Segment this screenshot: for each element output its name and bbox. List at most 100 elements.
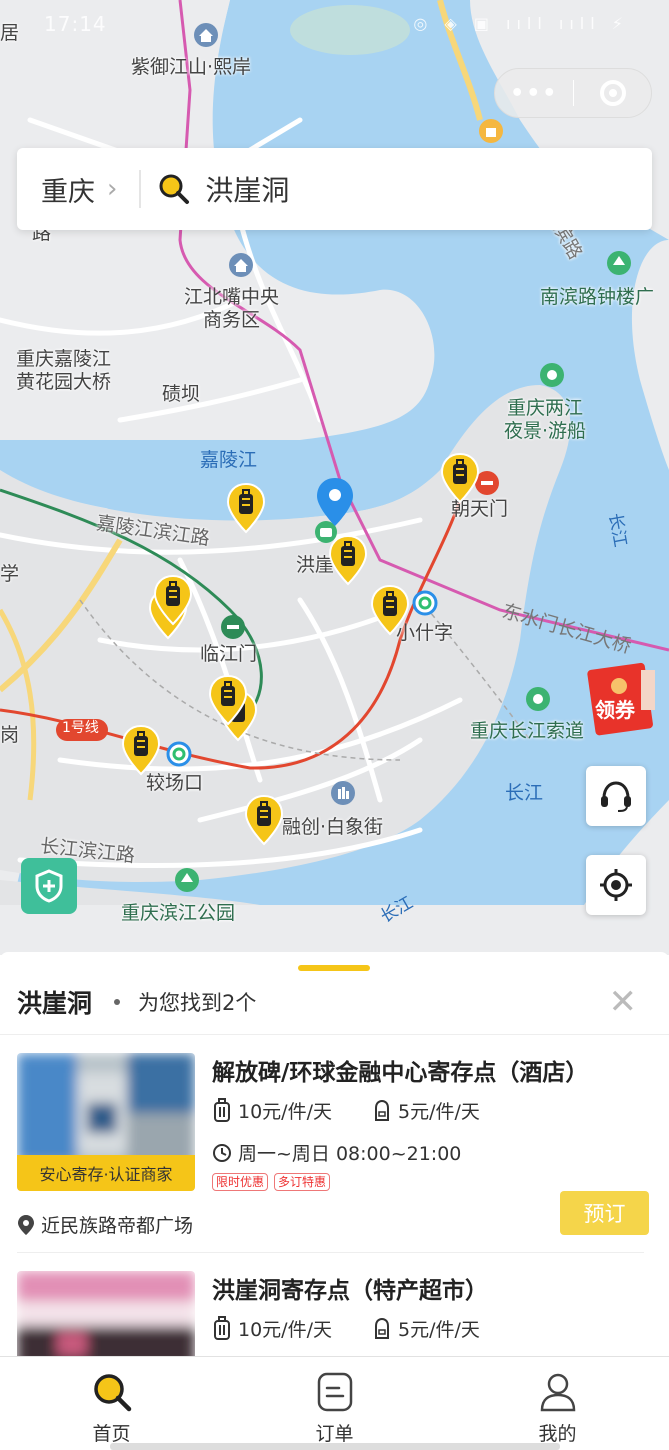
tab-label: 首页 bbox=[92, 1423, 131, 1445]
map-label-rongchuang: 融创·白象街 bbox=[282, 816, 384, 838]
map-label-ziyu: 紫御江山·熙岸 bbox=[131, 56, 252, 78]
storage-pin-marker[interactable] bbox=[328, 534, 368, 586]
hours-text: 周一~周日 08:00~21:00 bbox=[238, 1143, 462, 1165]
locate-me-button[interactable] bbox=[586, 855, 646, 915]
location-marker-icon bbox=[18, 1214, 34, 1235]
home-indicator bbox=[110, 1443, 560, 1450]
status-icons: ◎ ◈ ▣ ııll ııll ⚡ bbox=[413, 14, 629, 33]
city-name: 重庆 bbox=[41, 176, 95, 208]
storage-pin-marker[interactable] bbox=[208, 674, 248, 726]
status-bar: 17:14 ◎ ◈ ▣ ııll ııll ⚡ bbox=[0, 0, 669, 48]
metro-station-icon bbox=[166, 741, 192, 767]
city-selector[interactable]: 重庆 › bbox=[41, 170, 117, 209]
scenic-icon bbox=[540, 363, 564, 387]
price-small: 5元/件/天 bbox=[397, 1101, 480, 1123]
promo-tag: 限时优惠 bbox=[212, 1173, 269, 1191]
shield-plus-icon bbox=[35, 869, 63, 903]
scenic-icon bbox=[526, 687, 550, 711]
results-count: 为您找到2个 bbox=[138, 991, 257, 1015]
tab-home[interactable]: 首页 bbox=[0, 1357, 223, 1450]
store-card[interactable]: 安心寄存·认证商家 解放碑/环球金融中心寄存点（酒店） 10元/件/天 5元/件… bbox=[17, 1053, 649, 1253]
search-input[interactable]: 洪崖洞 bbox=[205, 169, 289, 209]
location-pin-icon bbox=[317, 478, 353, 526]
map-label-qiba: 碛坝 bbox=[162, 383, 201, 405]
store-thumbnail: 安心寄存·认证商家 bbox=[17, 1053, 195, 1191]
close-icon[interactable]: ✕ bbox=[609, 982, 638, 1022]
store-name: 洪崖洞寄存点（特产超市） bbox=[212, 1278, 488, 1304]
storage-pin-marker[interactable] bbox=[153, 574, 193, 626]
target-icon bbox=[599, 80, 626, 106]
map-label-edge-gang: 岗 bbox=[0, 724, 20, 746]
locate-icon bbox=[600, 869, 632, 901]
backpack-icon bbox=[374, 1317, 389, 1339]
promo-tag: 多订特惠 bbox=[274, 1173, 331, 1191]
price-row: 10元/件/天 5元/件/天 bbox=[212, 1315, 480, 1342]
backpack-icon bbox=[374, 1099, 389, 1121]
address-text: 近民族路帝都广场 bbox=[41, 1215, 194, 1237]
order-icon bbox=[317, 1372, 352, 1412]
storage-pin-marker[interactable] bbox=[370, 584, 410, 636]
metro-station-icon bbox=[412, 590, 438, 616]
metro-green-icon bbox=[221, 615, 245, 639]
storage-pin-marker[interactable] bbox=[226, 482, 266, 534]
luggage-icon bbox=[214, 1097, 230, 1122]
map-label-jiangbei: 江北嘴中央 商务区 bbox=[184, 286, 280, 331]
status-time: 17:14 bbox=[44, 12, 107, 36]
profile-icon bbox=[540, 1373, 575, 1412]
results-title: 洪崖洞 bbox=[17, 989, 93, 1018]
store-address: 近民族路帝都广场 bbox=[17, 1211, 193, 1238]
book-button[interactable]: 预订 bbox=[560, 1191, 649, 1235]
miniapp-capsule: ••• bbox=[494, 68, 652, 118]
tab-bar: 首页 订单 我的 bbox=[0, 1356, 669, 1450]
map-label-jialing-river: 嘉陵江 bbox=[200, 449, 258, 471]
headset-icon bbox=[601, 781, 631, 812]
luggage-icon bbox=[214, 1315, 230, 1340]
map-label-binjiang-park: 重庆滨江公园 bbox=[121, 902, 236, 924]
map-label-suodao: 重庆长江索道 bbox=[470, 720, 585, 742]
coupon-button[interactable]: 领券 bbox=[587, 660, 655, 736]
price-row: 10元/件/天 5元/件/天 bbox=[212, 1097, 480, 1124]
price-large: 10元/件/天 bbox=[238, 1101, 332, 1123]
store-name: 解放碑/环球金融中心寄存点（酒店） bbox=[212, 1060, 589, 1086]
results-sheet: 洪崖洞 为您找到2个 ✕ 安心寄存·认证商家 解放碑/环球金融中心寄存点（酒店） bbox=[0, 952, 669, 1356]
metro-line-1-badge: 1号线 bbox=[62, 720, 99, 736]
tab-label: 我的 bbox=[538, 1423, 577, 1445]
store-card[interactable]: 洪崖洞寄存点（特产超市） 10元/件/天 5元/件/天 bbox=[17, 1271, 649, 1356]
map-label-linjiangmen: 临江门 bbox=[200, 643, 258, 665]
sheet-drag-handle[interactable] bbox=[298, 965, 370, 971]
shopping-icon bbox=[479, 119, 503, 143]
map-label-nanbin: 南滨路钟楼广 bbox=[540, 286, 655, 308]
search-bar: 重庆 › 洪崖洞 bbox=[17, 148, 652, 230]
building-icon bbox=[331, 781, 355, 805]
opening-hours: 周一~周日 08:00~21:00 bbox=[212, 1139, 461, 1166]
map-label-edge-xue: 学 bbox=[0, 563, 20, 585]
map-label-jialing-bridge: 重庆嘉陵江 黄花园大桥 bbox=[16, 348, 112, 393]
tab-label: 订单 bbox=[315, 1423, 354, 1445]
map-label-liangjiang: 重庆两江 夜景·游船 bbox=[504, 397, 587, 442]
coupon-label: 领券 bbox=[595, 698, 635, 722]
price-large: 10元/件/天 bbox=[238, 1319, 332, 1341]
storage-pin-marker[interactable] bbox=[440, 452, 480, 504]
map-view[interactable]: 紫御江山·熙岸 江北嘴中央 商务区 重庆嘉陵江 黄花园大桥 碛坝 嘉陵江 嘉陵江… bbox=[0, 0, 669, 955]
map-label-changjiang-1: 长江 bbox=[505, 782, 544, 804]
building-icon bbox=[229, 253, 253, 277]
promo-tags: 限时优惠 多订特惠 bbox=[212, 1173, 331, 1191]
tab-orders[interactable]: 订单 bbox=[223, 1357, 446, 1450]
verified-badge: 安心寄存·认证商家 bbox=[17, 1155, 195, 1191]
clock-icon bbox=[213, 1143, 231, 1162]
more-button[interactable]: ••• bbox=[495, 81, 573, 106]
customer-service-button[interactable] bbox=[586, 766, 646, 826]
tab-profile[interactable]: 我的 bbox=[446, 1357, 669, 1450]
price-small: 5元/件/天 bbox=[397, 1319, 480, 1341]
close-miniapp-button[interactable] bbox=[574, 80, 651, 106]
store-thumbnail bbox=[17, 1271, 195, 1356]
storage-pin-marker[interactable] bbox=[244, 794, 284, 846]
safety-button[interactable] bbox=[21, 858, 77, 914]
search-icon bbox=[159, 174, 190, 204]
storage-pin-marker[interactable] bbox=[121, 724, 161, 776]
chevron-right-icon: › bbox=[107, 174, 118, 204]
search-icon bbox=[93, 1374, 131, 1412]
results-header: 洪崖洞 为您找到2个 ✕ bbox=[17, 982, 657, 1022]
park-icon bbox=[175, 868, 199, 892]
tree-icon bbox=[607, 251, 631, 275]
